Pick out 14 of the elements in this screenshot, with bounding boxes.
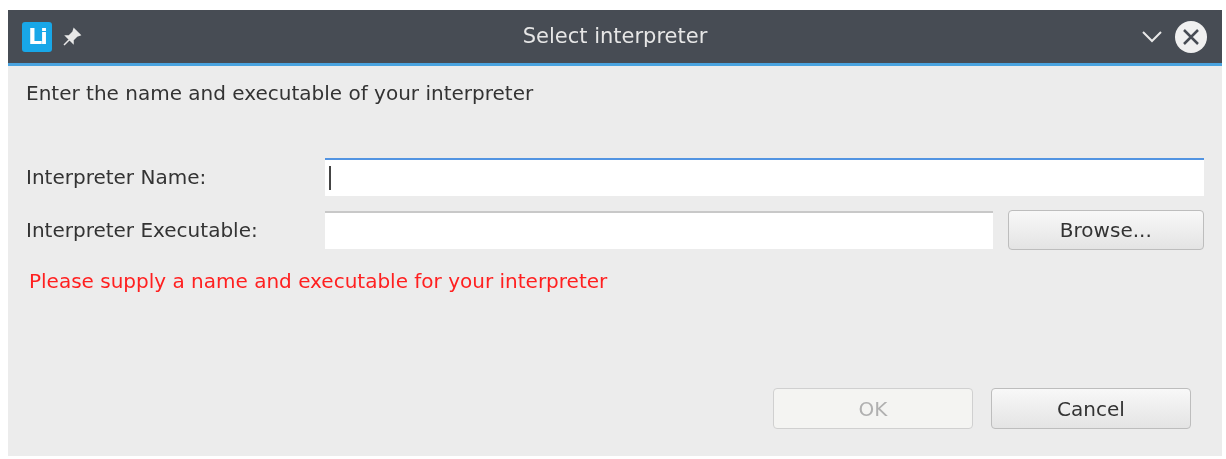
close-icon[interactable]	[1174, 19, 1208, 54]
field-label: Interpreter Name:	[26, 164, 208, 191]
window-title: Select interpreter	[522, 22, 708, 50]
field-label: Interpreter Executable:	[26, 217, 259, 244]
input-field[interactable]	[325, 211, 993, 249]
input-field[interactable]	[325, 158, 1204, 196]
text-cursor	[329, 166, 331, 190]
pin-icon[interactable]	[62, 26, 82, 47]
app-logo: Li	[22, 21, 52, 52]
error-message: Please supply a name and executable for your interpreter	[29, 268, 609, 295]
instruction-text: Enter the name and executable of your interpreter	[26, 80, 535, 107]
dialog-button[interactable]: Cancel	[991, 388, 1191, 429]
browse-button[interactable]: Browse...	[1007, 210, 1204, 250]
chevron-down-icon[interactable]	[1142, 30, 1162, 43]
